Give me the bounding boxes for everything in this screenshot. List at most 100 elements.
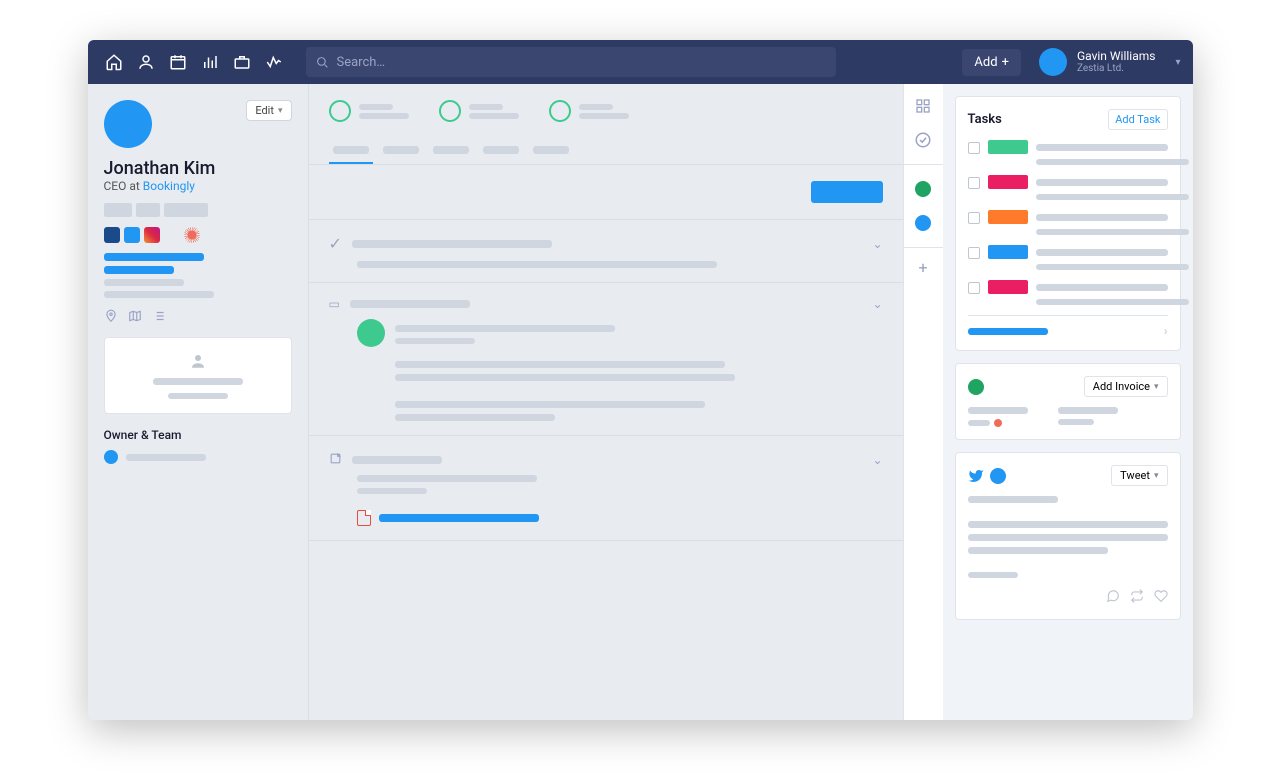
text-placeholder — [1036, 179, 1168, 186]
briefcase-icon[interactable] — [228, 48, 256, 76]
text-placeholder — [1036, 284, 1168, 291]
company-link[interactable]: Bookingly — [143, 179, 195, 193]
task-row — [968, 245, 1168, 270]
chart-icon[interactable] — [196, 48, 224, 76]
text-placeholder — [104, 291, 214, 298]
tab-item[interactable] — [379, 138, 423, 164]
profile-avatar[interactable] — [104, 100, 152, 148]
profile-name: Jonathan Kim — [104, 158, 292, 179]
chevron-down-icon[interactable]: ⌄ — [872, 453, 882, 467]
person-icon — [189, 352, 207, 370]
attachment-name — [379, 514, 539, 522]
calendar-icon[interactable] — [164, 48, 192, 76]
text-placeholder — [168, 393, 228, 399]
user-name: Gavin Williams — [1077, 49, 1156, 63]
home-icon[interactable] — [100, 48, 128, 76]
task-tag — [988, 245, 1028, 259]
image-icon: ▭ — [329, 297, 340, 311]
link-placeholder[interactable] — [968, 328, 1048, 335]
submit-button[interactable] — [811, 181, 883, 203]
reply-icon[interactable] — [1106, 588, 1120, 607]
main-content: ✓ ⌄ ▭ ⌄ — [308, 84, 903, 720]
instagram-icon[interactable] — [144, 227, 160, 243]
tag-placeholder — [164, 203, 208, 217]
add-button[interactable]: Add + — [962, 49, 1021, 76]
stages — [309, 84, 903, 138]
note-icon — [329, 450, 342, 469]
user-menu[interactable]: Gavin Williams Zestia Ltd. ▾ — [1039, 48, 1181, 76]
team-row — [104, 450, 292, 464]
stage-item[interactable] — [329, 100, 409, 122]
text-placeholder — [104, 279, 184, 286]
tab-item[interactable] — [529, 138, 573, 164]
feed-avatar[interactable] — [357, 319, 385, 347]
rail-app-blue[interactable] — [913, 213, 933, 233]
check-circle-icon[interactable] — [913, 130, 933, 150]
chevron-right-icon[interactable]: › — [1164, 324, 1168, 338]
heart-icon[interactable] — [1154, 588, 1168, 607]
tab-item[interactable] — [329, 138, 373, 164]
social-icon[interactable] — [184, 227, 200, 243]
check-icon: ✓ — [329, 234, 342, 253]
plus-icon: + — [1002, 55, 1009, 70]
stage-item[interactable] — [439, 100, 519, 122]
text-placeholder — [1036, 214, 1168, 221]
topbar: Add + Gavin Williams Zestia Ltd. ▾ — [88, 40, 1193, 84]
composer — [309, 165, 903, 220]
stage-item[interactable] — [549, 100, 629, 122]
stage-ring-icon — [439, 100, 461, 122]
task-checkbox[interactable] — [968, 142, 980, 154]
search-bar[interactable] — [306, 47, 836, 77]
text-placeholder — [1036, 299, 1189, 305]
chevron-down-icon: ▾ — [1175, 57, 1180, 68]
feed-item: ⌄ — [309, 436, 903, 541]
task-row — [968, 280, 1168, 305]
chevron-down-icon[interactable]: ⌄ — [872, 297, 882, 311]
grid-icon[interactable] — [913, 96, 933, 116]
social-placeholder[interactable] — [164, 227, 180, 243]
text-placeholder — [1036, 194, 1189, 200]
pin-icon[interactable] — [104, 308, 118, 327]
twitter-icon[interactable] — [124, 227, 140, 243]
owner-team-title: Owner & Team — [104, 428, 292, 442]
tag-placeholder — [104, 203, 132, 217]
tab-item[interactable] — [479, 138, 523, 164]
task-checkbox[interactable] — [968, 212, 980, 224]
team-member-avatar[interactable] — [104, 450, 118, 464]
facebook-icon[interactable] — [104, 227, 120, 243]
link-placeholder[interactable] — [104, 266, 174, 274]
app-dot-blue — [990, 468, 1006, 484]
tweet-actions — [968, 588, 1168, 607]
add-invoice-button[interactable]: Add Invoice▾ — [1084, 376, 1168, 397]
tweet-button[interactable]: Tweet▾ — [1111, 465, 1167, 486]
add-task-button[interactable]: Add Task — [1108, 109, 1167, 130]
text-placeholder — [395, 338, 475, 344]
task-checkbox[interactable] — [968, 177, 980, 189]
text-placeholder — [1036, 159, 1189, 165]
rail-app-green[interactable] — [913, 179, 933, 199]
social-row — [104, 227, 292, 243]
task-checkbox[interactable] — [968, 247, 980, 259]
rail-add-button[interactable]: + — [904, 247, 943, 277]
text-placeholder — [1036, 229, 1189, 235]
task-row — [968, 210, 1168, 235]
text-placeholder — [395, 325, 615, 332]
map-icon[interactable] — [128, 308, 142, 327]
search-input[interactable] — [337, 55, 826, 70]
chevron-down-icon[interactable]: ⌄ — [872, 237, 882, 251]
edit-button[interactable]: Edit▾ — [246, 100, 291, 121]
list-icon[interactable] — [152, 308, 166, 327]
retweet-icon[interactable] — [1130, 588, 1144, 607]
person-icon[interactable] — [132, 48, 160, 76]
tasks-title: Tasks — [968, 112, 1002, 127]
right-panels: Tasks Add Task — [943, 84, 1193, 720]
task-checkbox[interactable] — [968, 282, 980, 294]
link-placeholder[interactable] — [104, 253, 204, 261]
side-rail: + — [903, 84, 943, 720]
tab-item[interactable] — [429, 138, 473, 164]
add-button-label: Add — [974, 55, 997, 70]
attachment[interactable] — [357, 510, 883, 526]
chevron-down-icon: ▾ — [278, 106, 283, 116]
activity-icon[interactable] — [260, 48, 288, 76]
text-placeholder — [1036, 144, 1168, 151]
